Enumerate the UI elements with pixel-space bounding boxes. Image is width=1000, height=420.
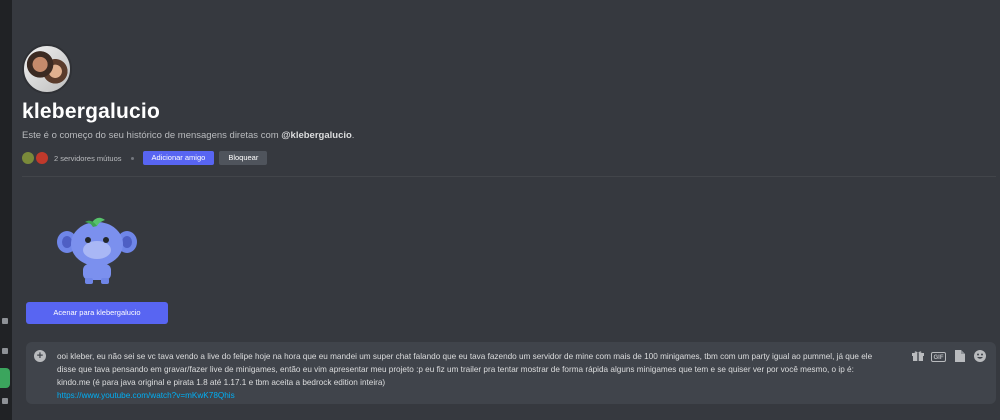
mutual-servers-row: 2 servidores mútuos Adicionar amigo Bloq…: [22, 151, 272, 165]
mutual-server-icon[interactable]: [22, 152, 34, 164]
dm-intro-text: Este é o começo do seu histórico de mens…: [22, 130, 354, 141]
intro-prefix: Este é o começo do seu histórico de mens…: [22, 130, 282, 141]
gift-icon[interactable]: [911, 350, 924, 363]
message-input[interactable]: ooi kleber, eu não sei se vc tava vendo …: [57, 350, 887, 402]
profile-username: klebergalucio: [22, 100, 160, 123]
server-sidebar-edge: [0, 0, 12, 420]
plus-circle-icon[interactable]: +: [34, 350, 46, 362]
sidebar-icon[interactable]: [2, 318, 8, 324]
emoji-icon[interactable]: [973, 350, 986, 363]
explore-servers-button[interactable]: [0, 368, 10, 388]
separator-dot: [130, 156, 134, 160]
message-link[interactable]: https://www.youtube.com/watch?v=mKwK78Qh…: [57, 389, 887, 402]
intro-handle: @klebergalucio: [281, 130, 352, 141]
sticker-icon[interactable]: [953, 350, 966, 363]
composer-actions: GIF: [904, 350, 986, 363]
avatar: [22, 44, 72, 94]
gif-icon[interactable]: GIF: [931, 351, 946, 362]
wave-button[interactable]: Acenar para klebergalucio: [26, 302, 168, 324]
intro-suffix: .: [351, 130, 355, 141]
block-button[interactable]: Bloquear: [219, 151, 268, 165]
mutual-servers-link[interactable]: 2 servidores mútuos: [54, 154, 122, 163]
sidebar-icon[interactable]: [2, 348, 8, 354]
add-friend-button[interactable]: Adicionar amigo: [142, 151, 215, 165]
mutual-server-icon[interactable]: [36, 152, 48, 164]
sidebar-icon[interactable]: [2, 398, 8, 404]
message-composer[interactable]: + ooi kleber, eu não sei se vc tava vend…: [26, 342, 996, 404]
wumpus-wave-illustration: [57, 217, 137, 284]
divider: [22, 176, 996, 177]
message-text: ooi kleber, eu não sei se vc tava vendo …: [57, 352, 873, 387]
